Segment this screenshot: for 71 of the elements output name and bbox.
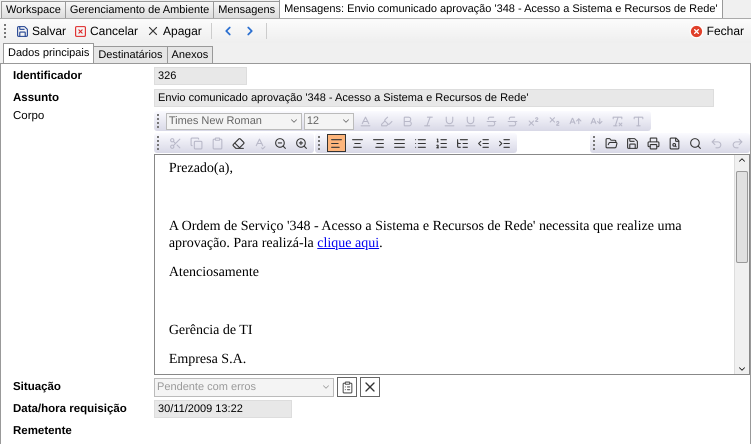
italic-icon xyxy=(422,114,435,128)
zoom-in-icon xyxy=(294,136,308,150)
print-icon xyxy=(647,136,660,150)
document-tab[interactable]: Workspace xyxy=(1,1,66,18)
form-tab[interactable]: Dados principais xyxy=(3,43,94,63)
scrollbar[interactable] xyxy=(734,155,749,374)
cancel-icon xyxy=(74,24,88,38)
field-label: Assunto xyxy=(13,92,60,104)
paragraph: Atenciosamente xyxy=(168,264,260,281)
field-label: Situação xyxy=(13,381,62,393)
strike-icon xyxy=(484,114,498,128)
copy-icon xyxy=(190,136,203,150)
align-right-icon xyxy=(372,136,385,150)
cut-icon xyxy=(168,136,182,150)
document-tab[interactable]: Gerenciamento de Ambiente xyxy=(64,1,214,18)
field-label: Data/hora requisição xyxy=(13,403,128,415)
outdent-icon xyxy=(476,136,490,150)
paragraph: Gerência de TI xyxy=(168,322,254,339)
text-field[interactable]: 30/11/2009 13:22 xyxy=(154,400,292,418)
eraser-icon xyxy=(232,136,245,150)
superscript-icon xyxy=(526,114,540,128)
list-ordered-icon xyxy=(434,136,448,150)
font-color-icon xyxy=(358,114,372,128)
form-tab[interactable]: Destinatários xyxy=(93,46,168,63)
list-indent-icon xyxy=(456,136,469,150)
clipboard-button[interactable] xyxy=(337,377,357,397)
align-left-button[interactable] xyxy=(326,134,346,152)
clear-button[interactable] xyxy=(360,377,380,397)
text-editor[interactable]: Prezado(a), A Ordem de Serviço '348 - Acesso a Sistema e Recursos de Rede' necessita que realize uma aprovação. Para realizá-la clique aqui. Atenciosamente Gerência de TI Empresa S.A. xyxy=(154,154,750,375)
indent-icon xyxy=(498,136,511,150)
text-field[interactable]: 326 xyxy=(154,67,247,85)
form-tab[interactable]: Anexos xyxy=(166,46,214,63)
paragraph: Empresa S.A. xyxy=(168,351,248,368)
save-icon xyxy=(626,136,639,150)
underline-icon xyxy=(442,114,456,128)
font-dropdown[interactable]: Times New Roman xyxy=(166,112,302,130)
clear-icon xyxy=(610,114,624,128)
undo-icon xyxy=(710,136,723,150)
link[interactable]: clique aqui xyxy=(317,236,380,251)
zoom-out-icon xyxy=(274,136,287,150)
double-strike-icon xyxy=(506,114,519,128)
list-icon xyxy=(414,136,427,150)
bold-icon xyxy=(400,114,414,128)
close-icon xyxy=(688,24,704,38)
cancel-button[interactable]: Cancelar xyxy=(71,21,142,41)
align-left-icon xyxy=(330,136,343,150)
open-icon xyxy=(605,136,618,150)
spell-icon xyxy=(252,136,266,150)
document-tab[interactable]: Mensagens: Envio comunicado aprovação '348 - Acesso a Sistema e Recursos de Rede' xyxy=(279,0,723,18)
paragraph: A Ordem de Serviço '348 - Acesso a Sistema e Recursos de Rede' necessita que realize uma aprovação. Para realizá-la clique aqui. xyxy=(168,218,683,252)
save-button[interactable]: Salvar xyxy=(13,21,70,41)
field-label: Remetente xyxy=(13,425,73,437)
double-underline-icon xyxy=(464,114,477,128)
subscript-icon xyxy=(548,114,561,128)
redo-icon xyxy=(731,136,744,150)
align-center-icon xyxy=(350,136,364,150)
highlight-icon xyxy=(380,114,393,128)
field-label: Corpo xyxy=(13,110,46,124)
text-field[interactable]: Envio comunicado aprovação '348 - Acesso a Sistema e Recursos de Rede' xyxy=(154,89,714,107)
delete-button[interactable]: Apagar xyxy=(143,21,205,41)
type-icon xyxy=(632,114,645,128)
paste-icon xyxy=(210,136,224,150)
find-icon xyxy=(689,136,702,150)
field-label: Identificador xyxy=(13,70,84,82)
clipboard-icon xyxy=(340,380,354,394)
document-tab[interactable]: Mensagens xyxy=(213,1,280,18)
paragraph: Prezado(a), xyxy=(168,160,234,177)
print-preview-icon xyxy=(668,136,681,150)
justify-icon xyxy=(392,136,406,150)
size-dropdown[interactable]: 12 xyxy=(304,112,354,130)
close-button[interactable]: Fechar xyxy=(686,21,747,41)
